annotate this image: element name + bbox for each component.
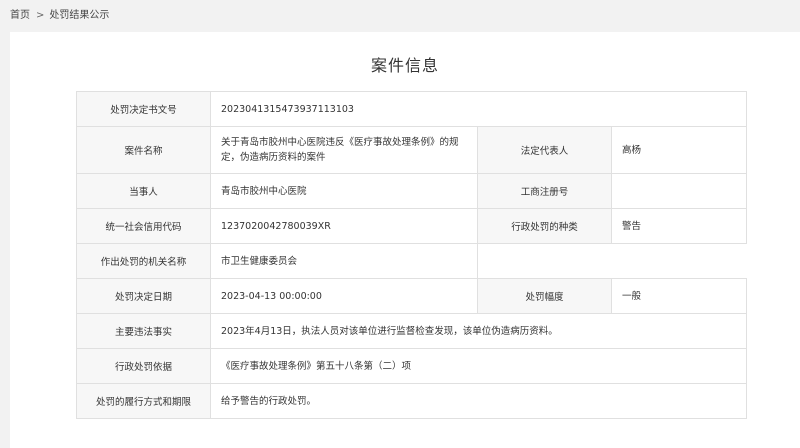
biz-reg-value [611, 173, 747, 209]
party-value: 青岛市胶州中心医院 [210, 173, 478, 209]
table-row: 行政处罚依据 《医疗事故处理条例》第五十八条第（二）项 [76, 348, 747, 384]
breadcrumb: 首页 > 处罚结果公示 [0, 0, 800, 32]
breadcrumb-home-link[interactable]: 首页 [10, 10, 30, 21]
basis-label: 行政处罚依据 [76, 348, 211, 384]
case-name-label: 案件名称 [76, 126, 211, 174]
facts-label: 主要违法事实 [76, 313, 211, 349]
authority-label: 作出处罚的机关名称 [76, 243, 211, 279]
decision-date-label: 处罚决定日期 [76, 278, 211, 314]
penalty-type-value: 警告 [611, 208, 747, 244]
decision-date-value: 2023-04-13 00:00:00 [210, 278, 478, 314]
legal-rep-value: 高杨 [611, 126, 747, 174]
table-row: 处罚决定书文号 2023041315473937113103 [76, 91, 747, 127]
breadcrumb-separator: > [36, 10, 45, 21]
case-info-panel: 案件信息 处罚决定书文号 2023041315473937113103 案件名称… [10, 32, 800, 448]
credit-code-value: 1237020042780039XR [210, 208, 478, 244]
table-row: 处罚决定日期 2023-04-13 00:00:00 处罚幅度 一般 [76, 278, 747, 314]
fulfillment-label: 处罚的履行方式和期限 [76, 383, 211, 419]
penalty-range-value: 一般 [611, 278, 747, 314]
facts-value: 2023年4月13日，执法人员对该单位进行监督检查发现，该单位伪造病历资料。 [210, 313, 747, 349]
table-row: 主要违法事实 2023年4月13日，执法人员对该单位进行监督检查发现，该单位伪造… [76, 313, 747, 349]
table-row: 统一社会信用代码 1237020042780039XR 行政处罚的种类 警告 [76, 208, 747, 244]
case-name-value: 关于青岛市胶州中心医院违反《医疗事故处理条例》的规定，伪造病历资料的案件 [210, 126, 478, 174]
table-row: 作出处罚的机关名称 市卫生健康委员会 [76, 243, 747, 279]
decision-no-label: 处罚决定书文号 [76, 91, 211, 127]
biz-reg-label: 工商注册号 [477, 173, 612, 209]
party-label: 当事人 [76, 173, 211, 209]
table-row: 处罚的履行方式和期限 给予警告的行政处罚。 [76, 383, 747, 419]
breadcrumb-current: 处罚结果公示 [49, 10, 110, 21]
case-info-table: 处罚决定书文号 2023041315473937113103 案件名称 关于青岛… [76, 91, 747, 419]
table-row: 当事人 青岛市胶州中心医院 工商注册号 [76, 173, 747, 209]
authority-value: 市卫生健康委员会 [210, 243, 478, 279]
credit-code-label: 统一社会信用代码 [76, 208, 211, 244]
basis-value: 《医疗事故处理条例》第五十八条第（二）项 [210, 348, 747, 384]
legal-rep-label: 法定代表人 [477, 126, 612, 174]
empty-cell [477, 243, 747, 279]
decision-no-value: 2023041315473937113103 [210, 91, 747, 127]
fulfillment-value: 给予警告的行政处罚。 [210, 383, 747, 419]
page-title: 案件信息 [370, 56, 439, 75]
penalty-type-label: 行政处罚的种类 [477, 208, 612, 244]
table-row: 案件名称 关于青岛市胶州中心医院违反《医疗事故处理条例》的规定，伪造病历资料的案… [76, 126, 747, 174]
penalty-range-label: 处罚幅度 [477, 278, 612, 314]
